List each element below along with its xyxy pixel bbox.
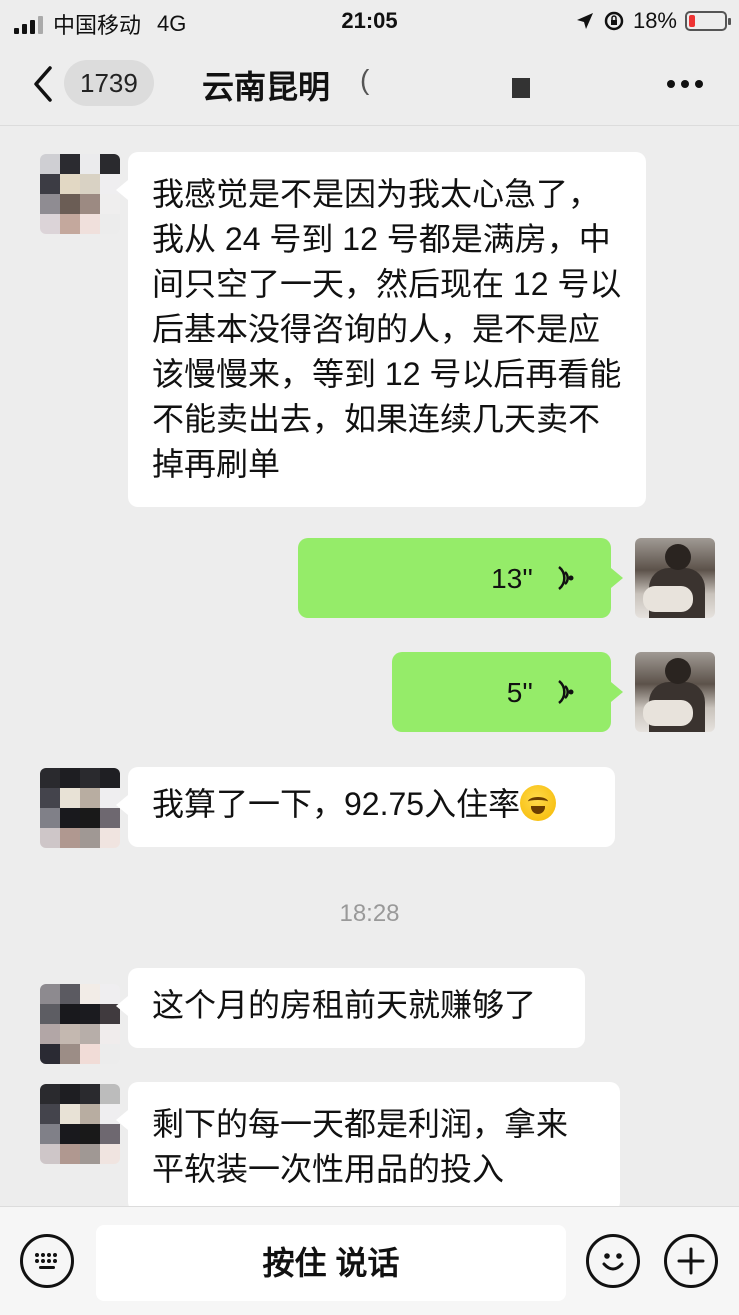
more-functions-button[interactable] (664, 1234, 718, 1288)
message-bubble-incoming[interactable]: 我算了一下，92.75入住率 (116, 767, 615, 847)
chat-input-bar: 按住 说话 (0, 1206, 739, 1315)
sweat-smile-emoji-icon (520, 785, 557, 821)
pixelated-avatar-image (40, 768, 120, 848)
emoji-button[interactable] (586, 1234, 640, 1288)
voice-message-outgoing[interactable]: 13'' (298, 538, 623, 618)
my-avatar[interactable] (635, 652, 715, 732)
avatar-head-shape (665, 544, 691, 570)
keyboard-toggle-button[interactable] (20, 1234, 74, 1288)
avatar-baby-shape (643, 586, 693, 612)
contact-avatar[interactable] (40, 984, 120, 1064)
avatar-baby-shape (643, 700, 693, 726)
message-bubble-incoming[interactable]: 剩下的每一天都是利润，拿来平软装一次性用品的投入 (116, 1082, 620, 1212)
message-bubble-incoming[interactable]: 我感觉是不是因为我太心急了，我从 24 号到 12 号都是满房，中间只空了一天，… (116, 152, 646, 507)
voice-wave-icon (558, 680, 574, 704)
voice-duration: 5'' (506, 676, 533, 708)
pixelated-avatar-image (40, 984, 120, 1064)
back-chevron-icon[interactable] (30, 64, 54, 104)
status-bar: 中国移动 4G 21:05 18% (0, 0, 739, 42)
more-options-button[interactable] (667, 80, 703, 88)
pixelated-avatar-image (40, 1084, 120, 1164)
message-bubble-incoming[interactable]: 这个月的房租前天就赚够了 (116, 968, 585, 1048)
battery-level (689, 15, 696, 27)
message-timestamp: 18:28 (339, 900, 400, 927)
location-arrow-icon (576, 13, 593, 29)
voice-wave-icon (558, 566, 574, 590)
contact-avatar[interactable] (40, 1084, 120, 1164)
message-text: 我感觉是不是因为我太心急了，我从 24 号到 12 号都是满房，中间只空了一天，… (152, 176, 622, 482)
contact-avatar[interactable] (40, 768, 120, 848)
dot-icon (695, 80, 703, 88)
voice-message-outgoing[interactable]: 5'' (392, 652, 623, 732)
pixelated-avatar-image (40, 154, 120, 234)
smiley-face-icon (602, 1253, 624, 1271)
hold-to-talk-button[interactable]: 按住 说话 (96, 1225, 566, 1301)
battery-icon (685, 11, 731, 31)
my-avatar[interactable] (635, 538, 715, 618)
redaction-mark (512, 78, 530, 98)
avatar-head-shape (665, 658, 691, 684)
chat-header: 1739 云南昆明 ( (0, 42, 739, 126)
chat-title: 云南昆明 (202, 69, 331, 105)
message-text: 我算了一下，92.75入住率 (152, 786, 521, 822)
message-text: 剩下的每一天都是利润，拿来平软装一次性用品的投入 (152, 1106, 569, 1187)
battery-percent: 18% (632, 8, 677, 33)
message-text: 这个月的房租前天就赚够了 (152, 987, 537, 1023)
keyboard-icon (35, 1253, 57, 1269)
status-right: 18% (575, 8, 731, 34)
unread-count-badge[interactable]: 1739 (64, 60, 154, 106)
dot-icon (681, 80, 689, 88)
chat-title-suffix: ( (360, 64, 370, 95)
rotation-lock-icon (604, 11, 624, 31)
plus-icon (677, 1247, 705, 1275)
dot-icon (667, 80, 675, 88)
voice-duration: 13'' (491, 562, 533, 594)
contact-avatar[interactable] (40, 154, 120, 234)
